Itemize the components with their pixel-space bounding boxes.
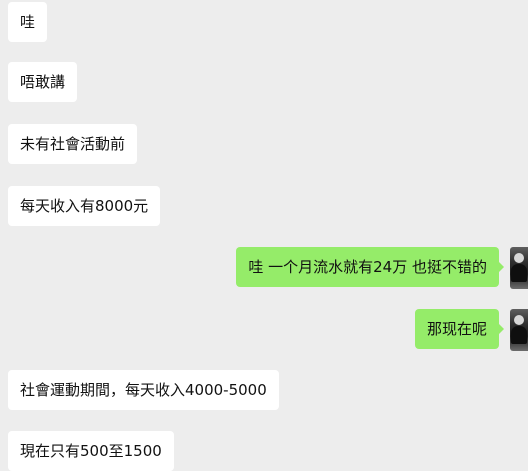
avatar-body-shape: [511, 326, 527, 344]
message-row-8: 現在只有500至1500: [0, 431, 528, 471]
message-row-6: 那现在呢: [0, 309, 528, 351]
outgoing-message-bubble[interactable]: 哇 一个月流水就有24万 也挺不错的: [236, 247, 504, 287]
incoming-message-bubble[interactable]: 現在只有500至1500: [8, 431, 174, 471]
message-row-3: 未有社會活動前: [0, 124, 528, 164]
outgoing-message-bubble[interactable]: 那现在呢: [414, 309, 505, 349]
incoming-message-bubble[interactable]: 唔敢講: [8, 62, 78, 102]
incoming-message-bubble[interactable]: 未有社會活動前: [8, 124, 138, 164]
incoming-message-bubble[interactable]: 哇: [8, 2, 48, 42]
message-row-1: 哇: [0, 2, 528, 42]
message-row-4: 每天收入有8000元: [0, 186, 528, 226]
chat-message-list[interactable]: 哇 唔敢講 未有社會活動前 每天收入有8000元 哇 一个月流水就有24万 也挺…: [0, 0, 528, 471]
message-row-7: 社會運動期間，每天收入4000-5000: [0, 370, 528, 410]
message-row-2: 唔敢講: [0, 62, 528, 102]
user-avatar-icon[interactable]: [510, 247, 528, 289]
incoming-message-bubble[interactable]: 每天收入有8000元: [8, 186, 161, 226]
message-row-5: 哇 一个月流水就有24万 也挺不错的: [0, 247, 528, 289]
user-avatar-icon[interactable]: [510, 309, 528, 351]
incoming-message-bubble[interactable]: 社會運動期間，每天收入4000-5000: [8, 370, 279, 410]
avatar-head-shape: [514, 315, 524, 325]
avatar-body-shape: [511, 264, 527, 282]
avatar-head-shape: [514, 253, 524, 263]
